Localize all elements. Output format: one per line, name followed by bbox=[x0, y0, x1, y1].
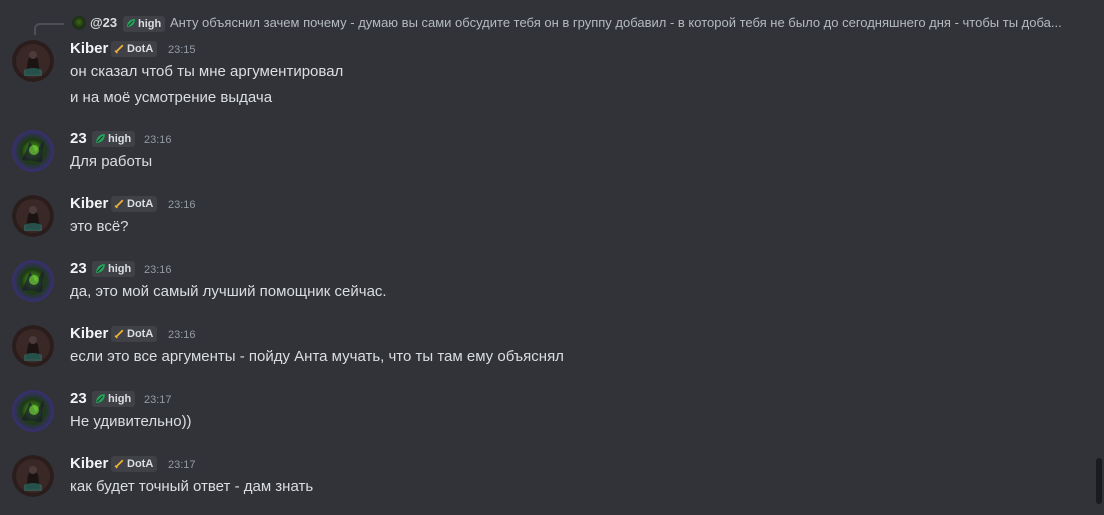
message-group: Kiber DotA 23:16 если это все аргументы - п… bbox=[0, 325, 1104, 373]
chat-window: @23 high Анту объяснил зачем почему - ду… bbox=[0, 0, 1104, 515]
role-tag-label: DotA bbox=[127, 458, 154, 470]
role-tag-label: high bbox=[108, 263, 132, 275]
username[interactable]: 23 bbox=[70, 390, 87, 408]
username[interactable]: Kiber bbox=[70, 195, 108, 213]
message-text: да, это мой самый лучший помощник сейчас… bbox=[70, 283, 387, 300]
leaf-icon bbox=[127, 19, 135, 28]
message-text: как будет точный ответ - дам знать bbox=[70, 478, 314, 495]
username[interactable]: Kiber bbox=[70, 325, 108, 343]
role-tag-badge[interactable]: DotA bbox=[111, 456, 158, 472]
role-tag-label: DotA bbox=[127, 198, 154, 210]
reply-tag-badge: high bbox=[123, 16, 166, 32]
message-group: Kiber DotA 23:15 он сказал чтоб ты мне аргу… bbox=[0, 40, 1104, 114]
username[interactable]: Kiber bbox=[70, 455, 108, 473]
kiber-avatar[interactable] bbox=[12, 40, 54, 82]
timestamp: 23:17 bbox=[168, 459, 196, 471]
sword-icon bbox=[114, 459, 124, 469]
message-group: Kiber DotA 23:17 как будет точный ответ - д… bbox=[0, 455, 1104, 503]
username[interactable]: 23 bbox=[70, 260, 87, 278]
23-avatar[interactable] bbox=[12, 130, 54, 172]
sword-icon bbox=[114, 199, 124, 209]
23-avatar[interactable] bbox=[12, 260, 54, 302]
role-tag-badge[interactable]: high bbox=[92, 391, 136, 407]
sword-icon bbox=[114, 44, 124, 54]
reply-spine bbox=[34, 23, 64, 35]
message-group: 23 high 23:16 да, это мой самый лучший помо… bbox=[0, 260, 1104, 308]
message-text: он сказал чтоб ты мне аргументировал bbox=[70, 63, 344, 80]
reply-avatar[interactable] bbox=[72, 16, 86, 30]
23-avatar[interactable] bbox=[12, 390, 54, 432]
message-group: 23 high 23:17 Не удивительно)) bbox=[0, 390, 1104, 438]
kiber-avatar[interactable] bbox=[12, 195, 54, 237]
leaf-icon bbox=[96, 133, 105, 143]
role-tag-badge[interactable]: high bbox=[92, 131, 136, 147]
message-text: это всё? bbox=[70, 218, 129, 235]
kiber-avatar[interactable] bbox=[12, 325, 54, 367]
role-tag-badge[interactable]: DotA bbox=[111, 41, 158, 57]
role-tag-badge[interactable]: high bbox=[92, 261, 136, 277]
message-group: 23 high 23:16 Для работы bbox=[0, 130, 1104, 178]
message-text: если это все аргументы - пойду Анта муча… bbox=[70, 348, 564, 365]
kiber-avatar[interactable] bbox=[12, 455, 54, 497]
timestamp: 23:16 bbox=[144, 134, 172, 146]
message-text: Для работы bbox=[70, 153, 153, 170]
message-text: и на моё усмотрение выдача bbox=[70, 89, 273, 106]
sword-icon bbox=[114, 329, 124, 339]
reply-tag-label: high bbox=[138, 18, 162, 30]
reply-text[interactable]: Анту объяснил зачем почему - думаю вы са… bbox=[170, 15, 1072, 30]
timestamp: 23:16 bbox=[168, 329, 196, 341]
timestamp: 23:16 bbox=[168, 199, 196, 211]
role-tag-label: DotA bbox=[127, 43, 154, 55]
timestamp: 23:17 bbox=[144, 394, 172, 406]
role-tag-badge[interactable]: DotA bbox=[111, 326, 158, 342]
message-group: Kiber DotA 23:16 это всё? bbox=[0, 195, 1104, 243]
timestamp: 23:16 bbox=[144, 264, 172, 276]
leaf-icon bbox=[96, 263, 105, 273]
message-text: Не удивительно)) bbox=[70, 413, 192, 430]
username[interactable]: 23 bbox=[70, 130, 87, 148]
scrollbar-thumb[interactable] bbox=[1096, 458, 1102, 504]
reply-preview[interactable]: @23 high Анту объяснил зачем почему - ду… bbox=[0, 14, 1104, 35]
role-tag-label: high bbox=[108, 133, 132, 145]
timestamp: 23:15 bbox=[168, 44, 196, 56]
reply-username[interactable]: @23 bbox=[90, 15, 117, 30]
role-tag-label: DotA bbox=[127, 328, 154, 340]
username[interactable]: Kiber bbox=[70, 40, 108, 58]
role-tag-badge[interactable]: DotA bbox=[111, 196, 158, 212]
leaf-icon bbox=[96, 393, 105, 403]
role-tag-label: high bbox=[108, 393, 132, 405]
